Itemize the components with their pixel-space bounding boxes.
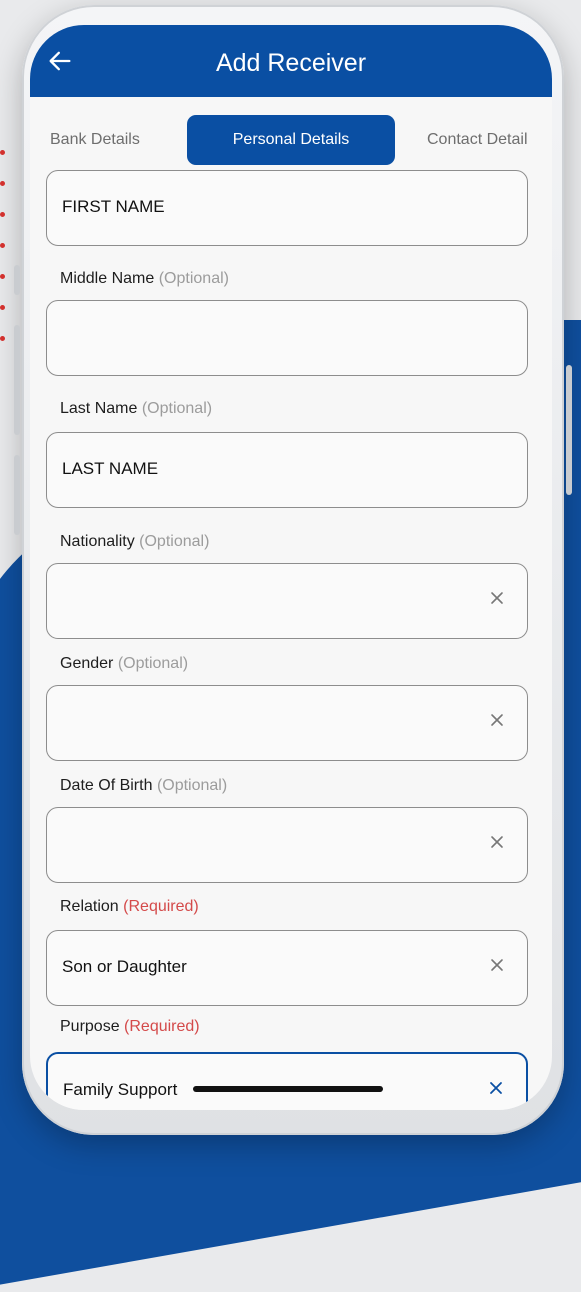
page-title: Add Receiver [215,49,367,77]
label-text: Date Of Birth [60,777,153,794]
relation-label: Relation (Required) [60,898,199,916]
tab-bank-details[interactable]: Bank Details [50,115,140,165]
phone-side-button [14,455,20,535]
optional-tag: (Optional) [156,777,228,794]
optional-tag: (Optional) [139,533,210,550]
optional-tag: (Optional) [117,655,189,672]
label-text: Relation [60,898,119,915]
phone-power-button [566,365,572,495]
first-name-value: FIRST NAME [62,197,165,216]
dot [0,336,5,341]
dot [0,212,5,217]
close-icon[interactable] [489,957,505,973]
gender-select[interactable] [46,685,528,761]
purpose-label: Purpose (Required) [60,1018,200,1036]
decorative-dots [0,150,5,367]
app-bar: Add Receiver [30,25,552,97]
label-text: Purpose [60,1018,120,1035]
dob-field[interactable] [46,807,528,883]
relation-select[interactable]: Son or Daughter [46,930,528,1006]
tab-contact-details[interactable]: Contact Detail [427,115,528,165]
label-text: Last Name [60,400,138,417]
relation-value: Son or Daughter [62,957,187,976]
tab-personal-details[interactable]: Personal Details [187,115,395,165]
last-name-label: Last Name (Optional) [60,400,212,418]
phone-screen: Add Receiver Bank Details Personal Detai… [30,25,552,1110]
close-icon[interactable] [489,834,505,850]
tab-bar: Bank Details Personal Details Contact De… [30,111,552,167]
gender-label: Gender (Optional) [60,655,188,673]
label-text: Nationality [60,533,135,550]
middle-name-field[interactable] [46,300,528,376]
purpose-select[interactable]: Family Support [46,1052,528,1110]
first-name-field[interactable]: FIRST NAME [46,170,528,246]
dot [0,305,5,310]
dot [0,274,5,279]
close-icon[interactable] [488,1080,504,1096]
close-icon[interactable] [489,712,505,728]
nationality-select[interactable] [46,563,528,639]
close-icon[interactable] [489,590,505,606]
dot [0,181,5,186]
last-name-field[interactable]: LAST NAME [46,432,528,508]
dot [0,243,5,248]
required-tag: (Required) [123,898,199,915]
label-text: Middle Name [60,270,155,287]
optional-tag: (Optional) [158,270,229,287]
required-tag: (Required) [124,1018,200,1035]
nationality-label: Nationality (Optional) [60,533,209,551]
home-indicator[interactable] [193,1086,383,1092]
phone-side-button [14,265,20,295]
phone-side-button [14,325,20,435]
dob-label: Date Of Birth (Optional) [60,777,227,795]
dot [0,150,5,155]
middle-name-label: Middle Name (Optional) [60,270,229,288]
label-text: Gender [60,655,114,672]
optional-tag: (Optional) [141,400,213,417]
last-name-value: LAST NAME [62,459,159,478]
purpose-value: Family Support [63,1080,178,1099]
